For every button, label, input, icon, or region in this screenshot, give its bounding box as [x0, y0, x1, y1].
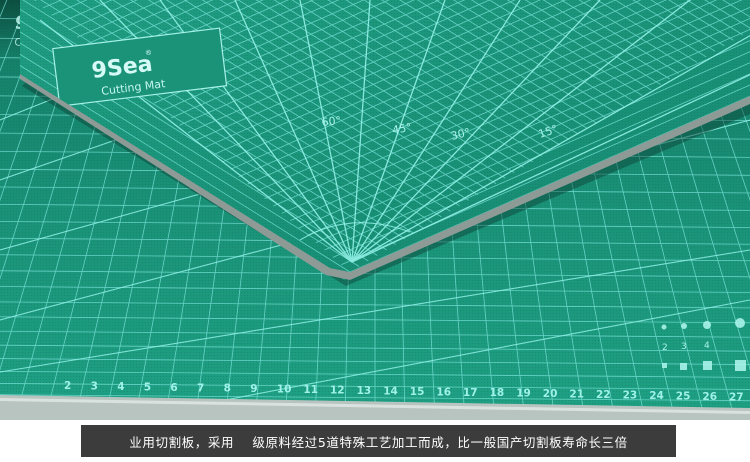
ruler-number: 13 — [357, 385, 372, 397]
ruler-number: 3 — [91, 380, 98, 392]
ruler-number: 26 — [702, 391, 717, 403]
ruler-number: 22 — [596, 389, 611, 401]
corner-mark-1: 2 — [662, 343, 668, 353]
ruler-number: 25 — [676, 390, 691, 402]
caption-text: 业用切割板，采用 级原料经过5道特殊工艺加工而成，比一般国产切割板寿命长三倍 — [129, 434, 628, 450]
ruler-number: 2 — [64, 380, 71, 392]
ruler-number: 11 — [303, 384, 318, 396]
corner-mark-2: 3 — [681, 342, 687, 352]
ruler-number: 5 — [144, 381, 151, 393]
ruler-number: 14 — [383, 385, 398, 397]
angle-label-60: 60° — [321, 114, 342, 129]
ruler-number: 20 — [543, 388, 558, 400]
product-photo-scene: 2 3 4 5 6 7 8 9 10 11 12 13 14 15 16 17 18 19 20 21 22 23 24 25… — [0, 0, 750, 462]
ruler-number: 7 — [197, 382, 204, 394]
ruler-number: 24 — [649, 390, 664, 402]
ruler-number: 23 — [623, 389, 638, 401]
ruler-number: 12 — [330, 385, 345, 397]
brand-logo-mark: ® — [145, 49, 153, 58]
ruler-number: 9 — [250, 383, 257, 395]
ruler-number: 10 — [277, 384, 292, 396]
cutting-mat-photo: 2 3 4 5 6 7 8 9 10 11 12 13 14 15 16 17 18 19 20 21 22 23 24 25… — [0, 0, 750, 420]
corner-mark-3: 4 — [704, 341, 710, 351]
ruler-number: 16 — [436, 386, 451, 398]
ruler-number: 27 — [729, 391, 744, 403]
ruler-number: 18 — [490, 387, 505, 399]
caption-box: 业用切割板，采用 级原料经过5道特殊工艺加工而成，比一般国产切割板寿命长三倍 — [81, 425, 676, 457]
ruler-number: 15 — [410, 386, 425, 398]
ruler-number: 19 — [516, 388, 531, 400]
ruler-number: 17 — [463, 387, 478, 399]
ruler-number: 4 — [117, 381, 124, 393]
ruler-number: 21 — [569, 389, 584, 401]
ruler-number: 6 — [170, 382, 177, 394]
ruler-number: 8 — [224, 383, 231, 395]
